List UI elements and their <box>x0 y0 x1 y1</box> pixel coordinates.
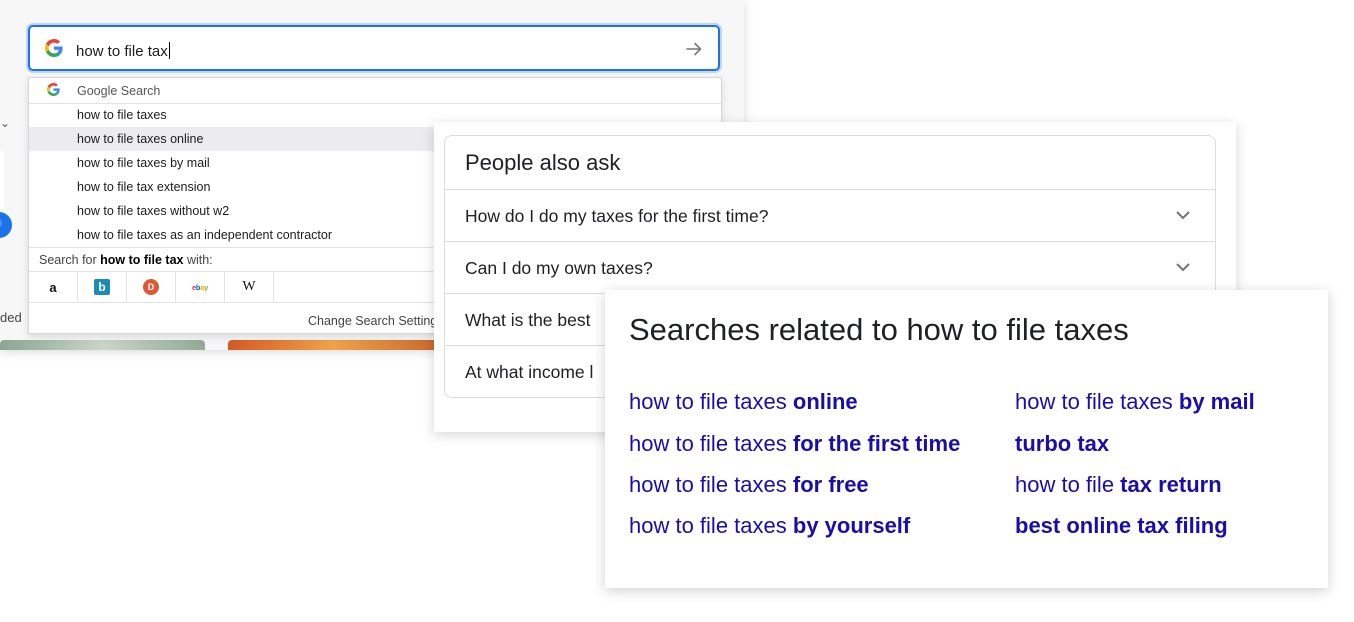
dropdown-header: Google Search <box>29 78 721 104</box>
background-partial-text: ded <box>0 310 22 325</box>
change-search-settings-link[interactable]: Change Search Settings <box>308 314 444 328</box>
google-logo-icon <box>45 39 63 57</box>
duckduckgo-engine-button[interactable]: D <box>127 272 176 302</box>
related-search-link[interactable]: how to file taxes for the first time <box>629 431 960 457</box>
search-input[interactable]: how to file tax <box>28 25 720 71</box>
paa-question[interactable]: Can I do my own taxes? <box>445 241 1215 294</box>
search-query-text[interactable]: how to file tax <box>76 42 170 60</box>
ebay-icon: ebay <box>192 282 208 292</box>
related-searches-title: Searches related to how to file taxes <box>629 312 1129 347</box>
chevron-down-icon <box>1176 263 1190 272</box>
chevron-down-icon: ⌄ <box>0 116 11 130</box>
people-also-ask-title: People also ask <box>465 150 621 175</box>
related-search-link[interactable]: how to file tax return <box>1015 472 1222 498</box>
wikipedia-icon: W <box>242 279 256 294</box>
background-card <box>0 150 4 210</box>
related-searches-panel: Searches related to how to file taxes ho… <box>605 290 1328 588</box>
arrow-right-icon[interactable] <box>684 39 704 59</box>
duckduckgo-icon: D <box>143 279 159 295</box>
background-thumbnail <box>0 340 205 350</box>
dropdown-header-label: Google Search <box>77 84 161 98</box>
chevron-down-icon <box>1176 211 1190 220</box>
paa-question[interactable]: How do I do my taxes for the first time? <box>445 189 1215 242</box>
google-logo-icon <box>47 83 60 96</box>
related-search-link[interactable]: how to file taxes online <box>629 389 858 415</box>
bing-icon: b <box>94 279 110 295</box>
related-search-link[interactable]: turbo tax <box>1015 431 1109 457</box>
related-search-link[interactable]: best online tax filing <box>1015 513 1228 539</box>
ebay-engine-button[interactable]: ebay <box>176 272 225 302</box>
related-search-link[interactable]: how to file taxes by yourself <box>629 513 910 539</box>
amazon-engine-button[interactable]: a <box>29 272 78 302</box>
text-caret <box>168 42 170 59</box>
background-blue-button <box>0 212 12 238</box>
amazon-icon: a <box>49 279 57 295</box>
background-thumbnail <box>228 340 438 350</box>
related-search-link[interactable]: how to file taxes for free <box>629 472 869 498</box>
related-search-link[interactable]: how to file taxes by mail <box>1015 389 1255 415</box>
bing-engine-button[interactable]: b <box>78 272 127 302</box>
wikipedia-engine-button[interactable]: W <box>225 272 274 302</box>
